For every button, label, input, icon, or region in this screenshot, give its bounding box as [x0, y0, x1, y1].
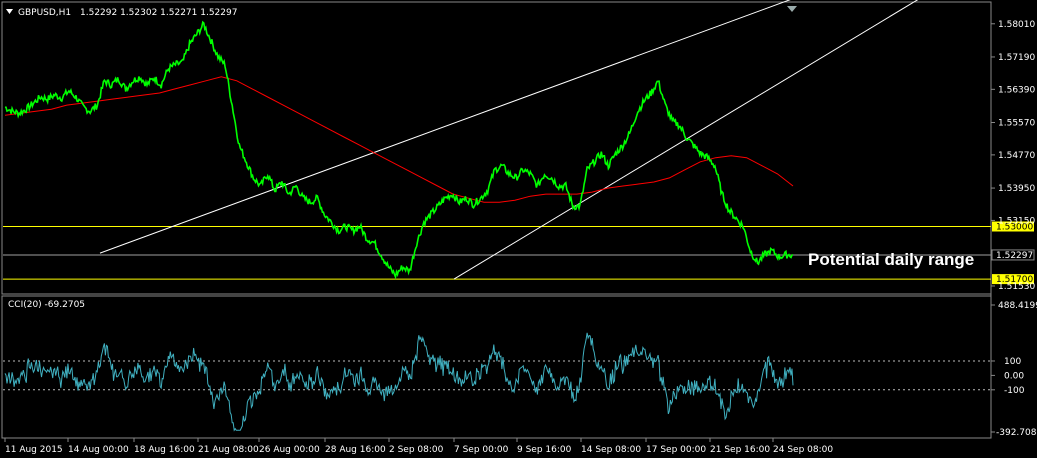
cci-tick-label: 100 — [1004, 357, 1021, 367]
price-tick-label: 1.56390 — [998, 85, 1035, 95]
moving-average-line — [4, 76, 794, 203]
time-tick-label: 21 Aug 08:00 — [198, 445, 259, 455]
cci-series-line — [4, 332, 794, 432]
time-tick-label: 24 Sep 08:00 — [773, 445, 833, 455]
time-tick-label: 11 Aug 2015 — [5, 445, 63, 455]
symbol-menu-icon[interactable] — [6, 9, 13, 14]
annotation-potential-daily-range: Potential daily range — [808, 250, 974, 269]
price-series-line — [4, 20, 794, 280]
chart-canvas: GBPUSD,H1 1.52292 1.52302 1.52271 1.5229… — [1, 0, 1037, 455]
time-tick-label: 2 Sep 08:00 — [389, 445, 444, 455]
time-tick-label: 7 Sep 00:00 — [454, 445, 509, 455]
indicator-panel-border — [1, 295, 992, 439]
cci-tick-label: 0.00 — [1004, 371, 1024, 381]
level-price-label: 1.52297 — [996, 251, 1033, 261]
time-tick-label: 14 Aug 00:00 — [68, 445, 129, 455]
symbol-label: GBPUSD,H1 — [18, 8, 71, 18]
quote-label: 1.52292 1.52302 1.52271 1.52297 — [80, 8, 237, 18]
price-tick-label: 1.55570 — [998, 119, 1035, 129]
cci-tick-label: -100 — [1004, 386, 1025, 396]
price-tick-label: 1.58010 — [998, 20, 1035, 30]
trend-line[interactable] — [453, 0, 990, 280]
time-tick-label: 21 Sep 16:00 — [710, 445, 770, 455]
price-tick-label: 1.53150 — [998, 216, 1035, 226]
time-tick-label: 28 Aug 16:00 — [325, 445, 386, 455]
price-tick-label: 1.54770 — [998, 151, 1035, 161]
price-tick-label: 1.51530 — [998, 282, 1035, 292]
time-tick-label: 26 Aug 00:00 — [259, 445, 320, 455]
cci-tick-label: -392.7087 — [996, 428, 1037, 438]
cci-tick-label: 488.4199 — [998, 301, 1037, 311]
price-tick-label: 1.53950 — [998, 184, 1035, 194]
time-tick-label: 9 Sep 16:00 — [517, 445, 572, 455]
shift-marker-icon[interactable] — [787, 6, 797, 12]
time-tick-label: 18 Aug 16:00 — [134, 445, 195, 455]
time-tick-label: 14 Sep 08:00 — [581, 445, 641, 455]
cci-label: CCI(20) -69.2705 — [8, 300, 85, 310]
trend-line[interactable] — [99, 0, 893, 254]
time-tick-label: 17 Sep 00:00 — [646, 445, 706, 455]
price-tick-label: 1.57190 — [998, 53, 1035, 63]
